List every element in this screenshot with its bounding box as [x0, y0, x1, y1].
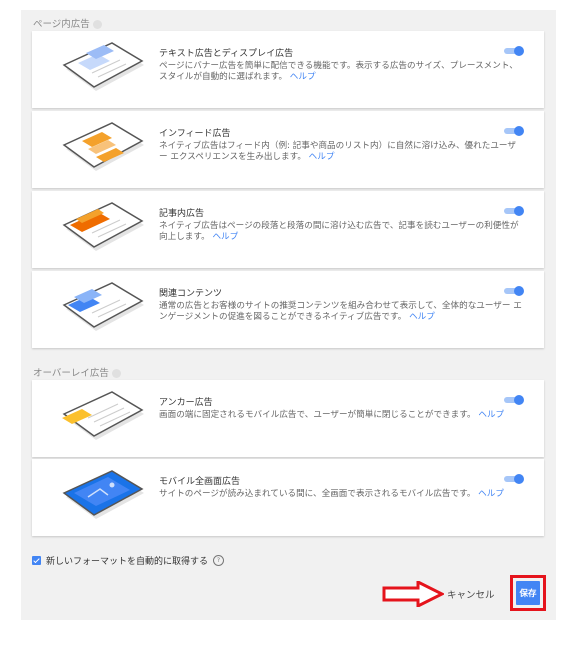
card-text-display-ads: テキスト広告とディスプレイ広告 ページにバナー広告を簡単に配信できる機能です。表…: [32, 31, 544, 108]
help-link[interactable]: ヘルプ: [309, 152, 335, 162]
card-anchor-ads: アンカー広告 画面の端に固定されるモバイル広告で、ユーザーが簡単に閉じることがで…: [32, 380, 544, 457]
section-title-in-page: ページ内広告: [33, 16, 102, 30]
card-title: モバイル全画面広告: [159, 477, 241, 487]
help-link[interactable]: ヘルプ: [478, 489, 504, 499]
toggle-vignette-ads[interactable]: [502, 473, 524, 485]
card-description-text: サイトのページが読み込まれている間に、全画面で表示されるモバイル広告です。: [159, 489, 476, 499]
help-link[interactable]: ヘルプ: [212, 232, 238, 242]
card-description: ネイティブ広告はフィード内（例: 記事や商品のリスト内）に自然に溶け込み、優れた…: [159, 141, 524, 163]
card-title: 記事内広告: [159, 209, 205, 219]
card-description: サイトのページが読み込まれている間に、全画面で表示されるモバイル広告です。 ヘル…: [159, 489, 524, 500]
card-vignette-ads: モバイル全画面広告 サイトのページが読み込まれている間に、全画面で表示されるモバ…: [32, 459, 544, 536]
toggle-in-article-ads[interactable]: [502, 205, 524, 217]
help-link[interactable]: ヘルプ: [290, 72, 316, 82]
card-description: 通常の広告とお客様のサイトの推奨コンテンツを組み合わせて表示して、全体的なユーザ…: [159, 301, 524, 323]
phone-illustration-icon: [62, 122, 144, 171]
help-icon[interactable]: [92, 20, 102, 29]
toggle-text-display-ads[interactable]: [502, 45, 524, 57]
phone-illustration-icon: [62, 470, 144, 519]
card-title: テキスト広告とディスプレイ広告: [159, 49, 294, 59]
cancel-button[interactable]: キャンセル: [447, 587, 495, 601]
help-link[interactable]: ヘルプ: [478, 410, 504, 420]
section-title-in-page-label: ページ内広告: [33, 19, 90, 30]
toggle-anchor-ads[interactable]: [502, 394, 524, 406]
card-description: ネイティブ広告はページの段落と段落の間に溶け込む広告で、記事を読むユーザーの利便…: [159, 221, 524, 243]
save-button[interactable]: 保存: [516, 581, 540, 605]
save-highlight-box: 保存: [510, 575, 546, 611]
red-arrow-icon: [382, 581, 444, 607]
auto-format-row: 新しいフォーマットを自動的に取得する ?: [32, 554, 225, 567]
toggle-in-feed-ads[interactable]: [502, 125, 524, 137]
phone-illustration-icon: [62, 42, 144, 91]
card-title: 関連コンテンツ: [159, 289, 223, 299]
card-description: 画面の端に固定されるモバイル広告で、ユーザーが簡単に閉じることができます。 ヘル…: [159, 410, 524, 421]
help-link[interactable]: ヘルプ: [409, 312, 435, 322]
card-description-text: ページにバナー広告を簡単に配信できる機能です。表示する広告のサイズ、プレースメン…: [159, 61, 518, 82]
card-description-text: 通常の広告とお客様のサイトの推奨コンテンツを組み合わせて表示して、全体的なユーザ…: [159, 301, 522, 322]
phone-illustration-icon: [62, 202, 144, 251]
card-description-text: ネイティブ広告はフィード内（例: 記事や商品のリスト内）に自然に溶け込み、優れた…: [159, 141, 516, 162]
card-related-content: 関連コンテンツ 通常の広告とお客様のサイトの推奨コンテンツを組み合わせて表示して…: [32, 271, 544, 348]
auto-format-checkbox[interactable]: [32, 556, 41, 565]
card-in-article-ads: 記事内広告 ネイティブ広告はページの段落と段落の間に溶け込む広告で、記事を読むユ…: [32, 191, 544, 268]
card-description: ページにバナー広告を簡単に配信できる機能です。表示する広告のサイズ、プレースメン…: [159, 61, 524, 83]
section-title-overlay-label: オーバーレイ広告: [33, 368, 109, 379]
help-icon[interactable]: [111, 369, 121, 378]
phone-illustration-icon: [62, 282, 144, 331]
card-description-text: 画面の端に固定されるモバイル広告で、ユーザーが簡単に閉じることができます。: [159, 410, 476, 420]
phone-illustration-icon: [62, 391, 144, 440]
card-title: アンカー広告: [159, 398, 213, 408]
auto-format-label: 新しいフォーマットを自動的に取得する: [46, 557, 209, 567]
card-title: インフィード広告: [159, 129, 231, 139]
card-in-feed-ads: インフィード広告 ネイティブ広告はフィード内（例: 記事や商品のリスト内）に自然…: [32, 111, 544, 188]
section-title-overlay: オーバーレイ広告: [33, 365, 121, 379]
help-icon[interactable]: ?: [213, 555, 225, 566]
toggle-related-content[interactable]: [502, 285, 524, 297]
